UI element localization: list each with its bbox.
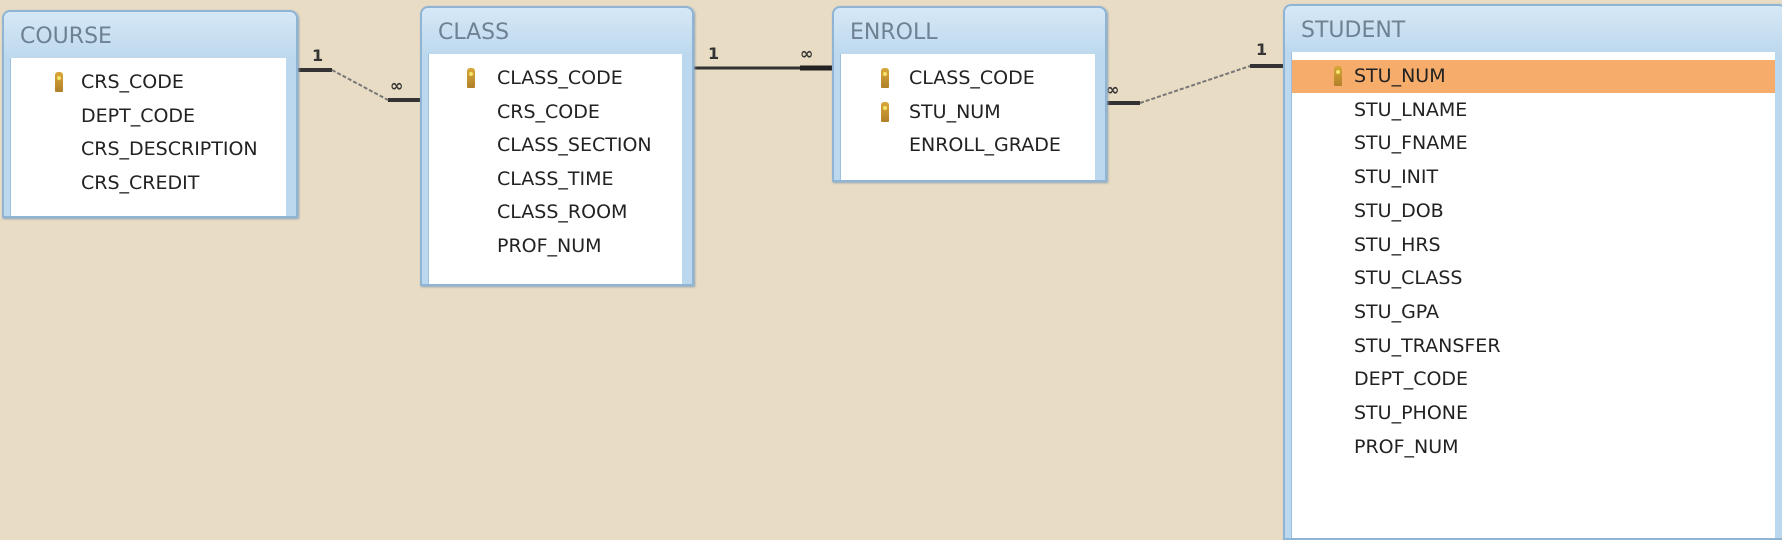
field-name: CLASS_ROOM xyxy=(497,201,628,223)
field-name: STU_PHONE xyxy=(1354,402,1468,424)
primary-key-icon xyxy=(55,72,63,92)
field-row[interactable]: CLASS_SECTION xyxy=(429,129,682,162)
field-name: CRS_CODE xyxy=(81,71,184,93)
field-row[interactable]: ENROLL_GRADE xyxy=(841,129,1095,162)
field-row[interactable]: STU_LNAME xyxy=(1292,94,1775,127)
field-row[interactable]: CLASS_ROOM xyxy=(429,196,682,229)
field-name: STU_LNAME xyxy=(1354,98,1468,121)
primary-key-icon xyxy=(1334,66,1342,86)
field-row[interactable]: CRS_CODE xyxy=(429,96,682,129)
table-course[interactable]: COURSE CRS_CODE DEPT_CODE CRS_DESCRIPTION C… xyxy=(2,10,298,218)
table-title[interactable]: STUDENT xyxy=(1285,6,1782,50)
field-name: CRS_CODE xyxy=(497,100,600,123)
field-row[interactable]: CLASS_CODE xyxy=(429,62,682,95)
field-name: CRS_DESCRIPTION xyxy=(81,138,258,160)
one-label: 1 xyxy=(1256,40,1268,59)
primary-key-icon xyxy=(881,101,889,122)
field-name: PROF_NUM xyxy=(497,234,602,257)
field-name: CLASS_SECTION xyxy=(497,134,652,156)
field-name: STU_TRANSFER xyxy=(1354,334,1501,357)
table-title[interactable]: COURSE xyxy=(4,12,296,56)
field-row[interactable]: STU_TRANSFER xyxy=(1292,330,1775,363)
field-name: CLASS_CODE xyxy=(909,67,1035,89)
many-label: ∞ xyxy=(800,44,814,63)
field-row[interactable]: STU_PHONE xyxy=(1292,397,1775,430)
field-row[interactable]: STU_FNAME xyxy=(1292,127,1775,160)
one-label: 1 xyxy=(708,44,720,63)
field-name: PROF_NUM xyxy=(1354,435,1459,458)
field-name: DEPT_CODE xyxy=(81,104,196,127)
field-name: STU_INIT xyxy=(1354,166,1439,189)
many-label: ∞ xyxy=(390,76,404,95)
field-row[interactable]: STU_CLASS xyxy=(1292,262,1775,295)
field-row[interactable]: CRS_CREDIT xyxy=(11,167,286,200)
field-list: CLASS_CODE CRS_CODE CLASS_SECTION CLASS_TIM… xyxy=(428,54,682,284)
field-row[interactable]: CRS_CODE xyxy=(11,66,286,99)
field-row[interactable]: STU_INIT xyxy=(1292,161,1775,194)
field-row[interactable]: DEPT_CODE xyxy=(1292,363,1775,396)
field-list: CRS_CODE DEPT_CODE CRS_DESCRIPTION CRS_CRED… xyxy=(10,58,286,216)
field-name: STU_CLASS xyxy=(1354,267,1463,290)
field-row[interactable]: STU_GPA xyxy=(1292,296,1775,329)
relationship-enroll-student[interactable] xyxy=(1105,64,1283,105)
table-title[interactable]: CLASS xyxy=(422,8,692,52)
field-row[interactable]: DEPT_CODE xyxy=(11,100,286,133)
primary-key-icon xyxy=(467,68,475,88)
field-row[interactable]: STU_NUM xyxy=(841,96,1095,129)
field-name: STU_NUM xyxy=(909,100,1001,123)
field-row[interactable]: PROF_NUM xyxy=(1292,431,1775,464)
field-list: STU_NUM STU_LNAME STU_FNAME STU_INIT STU_DOB… xyxy=(1291,52,1775,538)
field-row[interactable]: STU_NUM xyxy=(1292,60,1775,93)
field-row[interactable]: PROF_NUM xyxy=(429,230,682,263)
field-name: CRS_CREDIT xyxy=(81,171,200,194)
field-name: CLASS_TIME xyxy=(497,167,614,190)
table-class[interactable]: CLASS CLASS_CODE CRS_CODE CLASS_SECTION CLA… xyxy=(420,6,694,286)
field-name: ENROLL_GRADE xyxy=(909,134,1061,156)
field-name: STU_HRS xyxy=(1354,233,1441,256)
field-list: CLASS_CODE STU_NUM ENROLL_GRADE xyxy=(840,54,1095,180)
field-name: STU_DOB xyxy=(1354,199,1444,222)
field-row[interactable]: CLASS_TIME xyxy=(429,163,682,196)
field-name: STU_FNAME xyxy=(1354,132,1468,155)
primary-key-icon xyxy=(881,68,889,88)
many-label: ∞ xyxy=(1106,80,1120,99)
field-row[interactable]: CRS_DESCRIPTION xyxy=(11,133,286,166)
field-row[interactable]: STU_DOB xyxy=(1292,195,1775,228)
field-row[interactable]: CLASS_CODE xyxy=(841,62,1095,95)
field-row[interactable]: STU_HRS xyxy=(1292,229,1775,262)
field-name: DEPT_CODE xyxy=(1354,368,1469,391)
field-name: STU_NUM xyxy=(1354,65,1446,87)
table-enroll[interactable]: ENROLL CLASS_CODE STU_NUM ENROLL_GRADE xyxy=(832,6,1107,182)
one-label: 1 xyxy=(312,46,324,65)
field-name: STU_GPA xyxy=(1354,300,1440,323)
table-student[interactable]: STUDENT STU_NUM STU_LNAME STU_FNAME STU_INI… xyxy=(1283,4,1782,540)
field-name: CLASS_CODE xyxy=(497,67,623,89)
table-title[interactable]: ENROLL xyxy=(834,8,1105,52)
